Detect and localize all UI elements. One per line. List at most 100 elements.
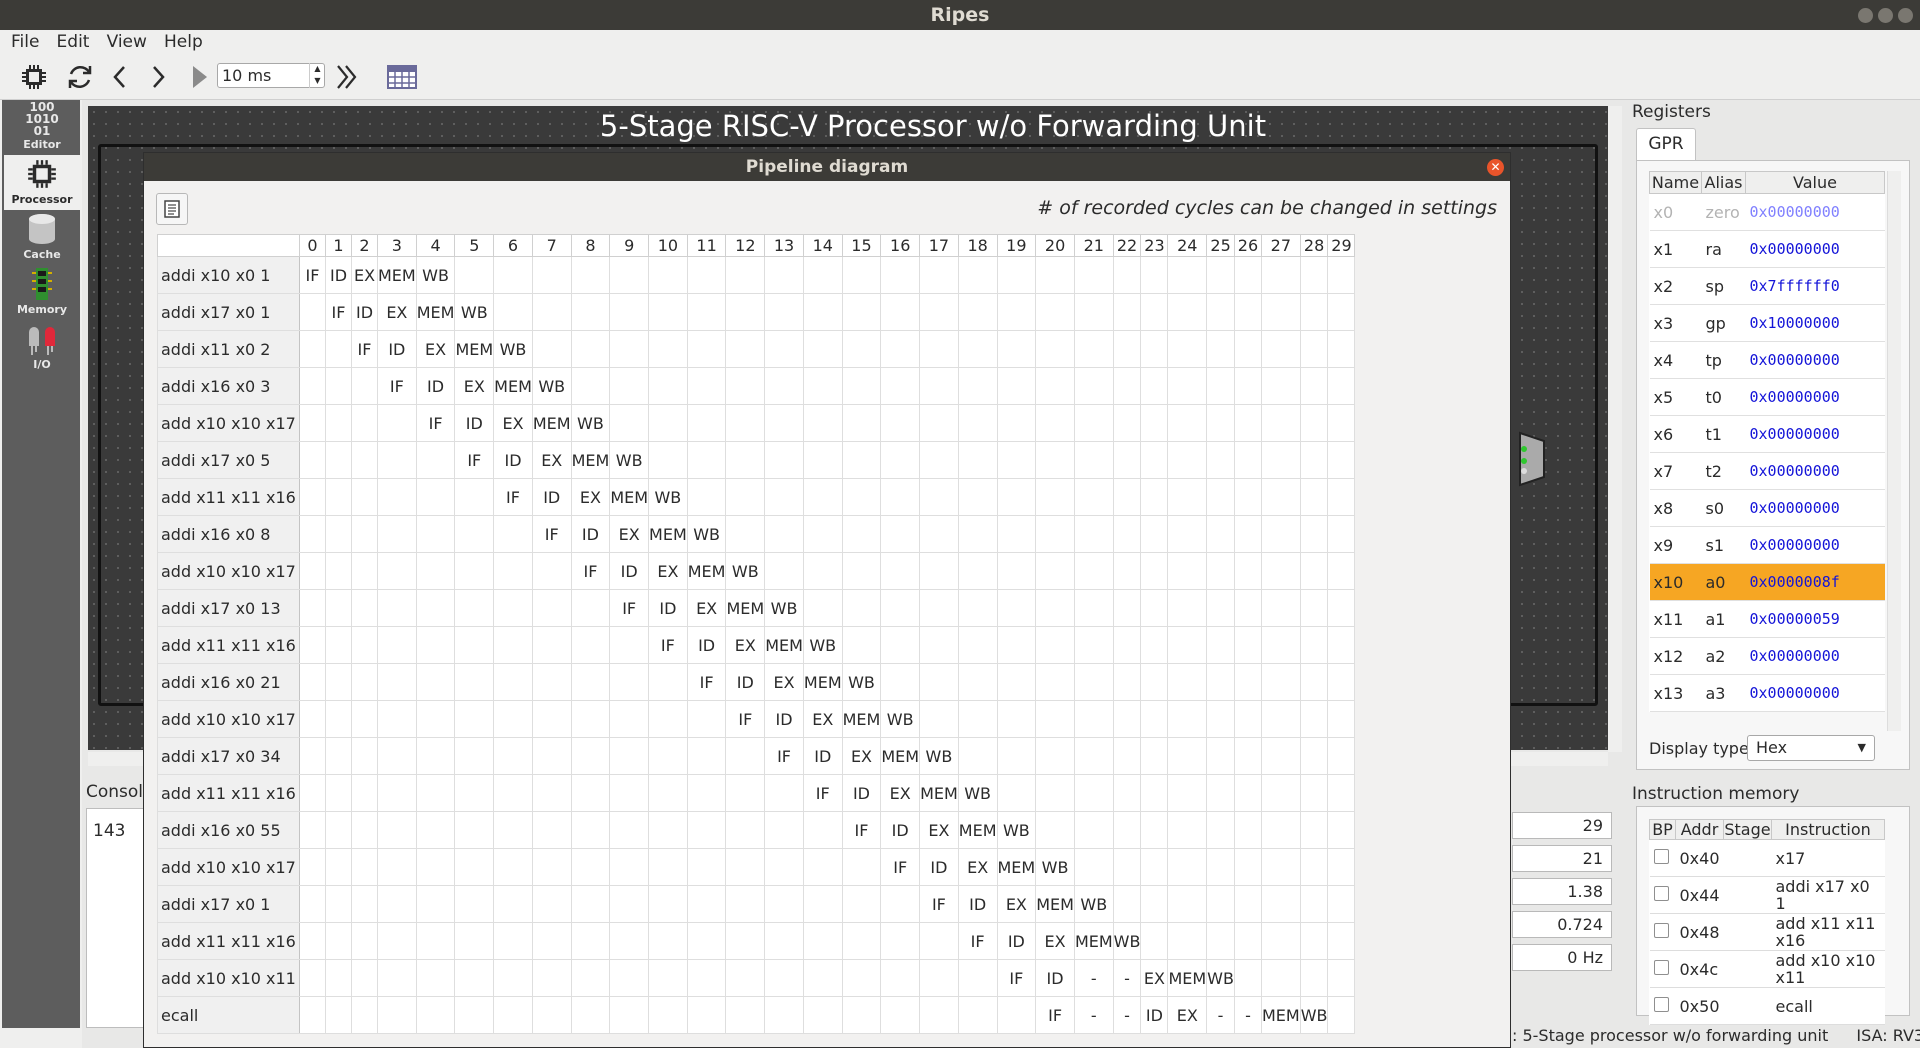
menu-file[interactable]: File: [0, 30, 45, 54]
col-addr[interactable]: Addr: [1675, 819, 1724, 840]
display-type-value: Hex: [1756, 738, 1788, 757]
clock-button[interactable]: [140, 59, 176, 95]
pipeline-stage: -: [1233, 996, 1262, 1034]
pipeline-row: addi x16 x0 55 IF ID EX MEM WB: [157, 811, 1356, 849]
register-value[interactable]: 0x00000000: [1745, 378, 1885, 416]
col-name[interactable]: Name: [1649, 171, 1702, 194]
register-value[interactable]: 0x00000000: [1745, 489, 1885, 527]
register-value[interactable]: 0x00000059: [1745, 600, 1885, 638]
col-value[interactable]: Value: [1745, 171, 1885, 194]
register-value[interactable]: 0x00000000: [1745, 415, 1885, 453]
register-value[interactable]: 0x0000008f: [1745, 563, 1885, 601]
register-row[interactable]: x7 t2 0x00000000: [1649, 452, 1885, 490]
register-value[interactable]: 0x7ffffff0: [1745, 267, 1885, 305]
pipeline-cell: [377, 626, 417, 664]
register-value[interactable]: 0x10000000: [1745, 304, 1885, 342]
fast-forward-button[interactable]: [329, 59, 365, 95]
reverse-button[interactable]: [102, 59, 138, 95]
pipeline-cell: [493, 589, 533, 627]
register-value[interactable]: 0x00000000: [1745, 193, 1885, 231]
breakpoint-cell[interactable]: [1649, 987, 1676, 1025]
instruction-row[interactable]: 0x44 addi x17 x0 1: [1649, 876, 1885, 914]
canvas-vertical-scrollbar[interactable]: [1608, 106, 1622, 752]
minimize-icon[interactable]: [1858, 8, 1873, 23]
register-row[interactable]: x9 s1 0x00000000: [1649, 526, 1885, 564]
col-bp[interactable]: BP: [1649, 819, 1676, 840]
register-value[interactable]: 0x00000000: [1745, 637, 1885, 675]
sidebar-item-io[interactable]: I/O: [4, 320, 80, 375]
register-value[interactable]: 0x00000000: [1745, 452, 1885, 490]
register-row[interactable]: x12 a2 0x00000000: [1649, 637, 1885, 675]
register-row[interactable]: x3 gp 0x10000000: [1649, 304, 1885, 342]
pipeline-cell: [957, 996, 998, 1034]
register-row[interactable]: x0 zero 0x00000000: [1649, 193, 1885, 231]
register-row[interactable]: x5 t0 0x00000000: [1649, 378, 1885, 416]
breakpoint-checkbox[interactable]: [1653, 960, 1669, 975]
register-scrollbar[interactable]: [1887, 171, 1901, 731]
display-type-select[interactable]: Hex ▼: [1747, 735, 1875, 761]
pipeline-cell: [351, 700, 378, 738]
instruction-row[interactable]: 0x48 add x11 x11 x16: [1649, 913, 1885, 951]
breakpoint-cell[interactable]: [1649, 913, 1676, 951]
run-button[interactable]: [181, 59, 217, 95]
pipeline-cell: [1233, 848, 1262, 886]
register-alias: gp: [1701, 304, 1746, 342]
sidebar-item-cache[interactable]: Cache: [4, 210, 80, 265]
pipeline-table-button[interactable]: [384, 59, 420, 95]
pipeline-cell: [1140, 700, 1169, 738]
pipeline-cell: [351, 404, 378, 442]
register-value[interactable]: 0x00000000: [1745, 341, 1885, 379]
register-row[interactable]: x13 a3 0x00000000: [1649, 674, 1885, 712]
register-row[interactable]: x1 ra 0x00000000: [1649, 230, 1885, 268]
close-icon[interactable]: [1898, 8, 1913, 23]
register-row[interactable]: x10 a0 0x0000008f: [1649, 563, 1885, 601]
pipeline-stage: ID: [802, 737, 843, 775]
col-instruction[interactable]: Instruction: [1771, 819, 1885, 840]
menu-help[interactable]: Help: [158, 30, 209, 54]
spin-arrows-icon[interactable]: ▲ ▼: [309, 63, 325, 88]
copy-to-clipboard-button[interactable]: [156, 193, 188, 225]
close-icon[interactable]: ✕: [1487, 159, 1504, 176]
register-row[interactable]: x11 a1 0x00000059: [1649, 600, 1885, 638]
col-stage[interactable]: Stage: [1723, 819, 1772, 840]
display-type-label: Display type:: [1649, 739, 1755, 758]
register-row[interactable]: x6 t1 0x00000000: [1649, 415, 1885, 453]
register-row[interactable]: x2 sp 0x7ffffff0: [1649, 267, 1885, 305]
pipeline-stage: MEM: [919, 774, 959, 812]
sidebar-item-editor[interactable]: 100 1010 01 Editor: [4, 100, 80, 155]
pipeline-cell: [1206, 811, 1235, 849]
breakpoint-cell[interactable]: [1649, 876, 1676, 914]
breakpoint-cell[interactable]: [1649, 839, 1676, 877]
breakpoint-checkbox[interactable]: [1653, 886, 1669, 901]
maximize-icon[interactable]: [1878, 8, 1893, 23]
reset-button[interactable]: [62, 59, 98, 95]
instruction-row[interactable]: 0x40 x17: [1649, 839, 1885, 877]
tab-gpr[interactable]: GPR: [1636, 128, 1696, 160]
pipeline-cell: [996, 589, 1037, 627]
register-row[interactable]: x4 tp 0x00000000: [1649, 341, 1885, 379]
sidebar-item-memory[interactable]: Memory: [4, 265, 80, 320]
breakpoint-checkbox[interactable]: [1653, 923, 1669, 938]
register-value[interactable]: 0x00000000: [1745, 674, 1885, 712]
register-value[interactable]: 0x00000000: [1745, 230, 1885, 268]
select-processor-button[interactable]: [16, 59, 52, 95]
menu-edit[interactable]: Edit: [51, 30, 96, 54]
cache-icon: [4, 210, 80, 248]
pipeline-cell: [609, 885, 650, 923]
instruction-row[interactable]: 0x4c add x10 x10 x11: [1649, 950, 1885, 988]
sidebar-item-processor[interactable]: Processor: [4, 155, 80, 210]
registers-panel: Name Alias Value x0 zero 0x00000000 x1 ra 0x0…: [1636, 160, 1910, 770]
pipeline-cell: [299, 959, 326, 997]
breakpoint-checkbox[interactable]: [1653, 997, 1669, 1012]
pipeline-stage: ID: [648, 589, 688, 627]
pipeline-cell: [648, 737, 688, 775]
instruction-row[interactable]: 0x50 ecall: [1649, 987, 1885, 1025]
register-row[interactable]: x8 s0 0x00000000: [1649, 489, 1885, 527]
pipeline-cell: [1233, 293, 1262, 331]
register-value[interactable]: 0x00000000: [1745, 526, 1885, 564]
breakpoint-cell[interactable]: [1649, 950, 1676, 988]
col-alias[interactable]: Alias: [1701, 171, 1746, 194]
breakpoint-checkbox[interactable]: [1653, 849, 1669, 864]
pipeline-cell: [493, 626, 533, 664]
menu-view[interactable]: View: [101, 30, 153, 54]
